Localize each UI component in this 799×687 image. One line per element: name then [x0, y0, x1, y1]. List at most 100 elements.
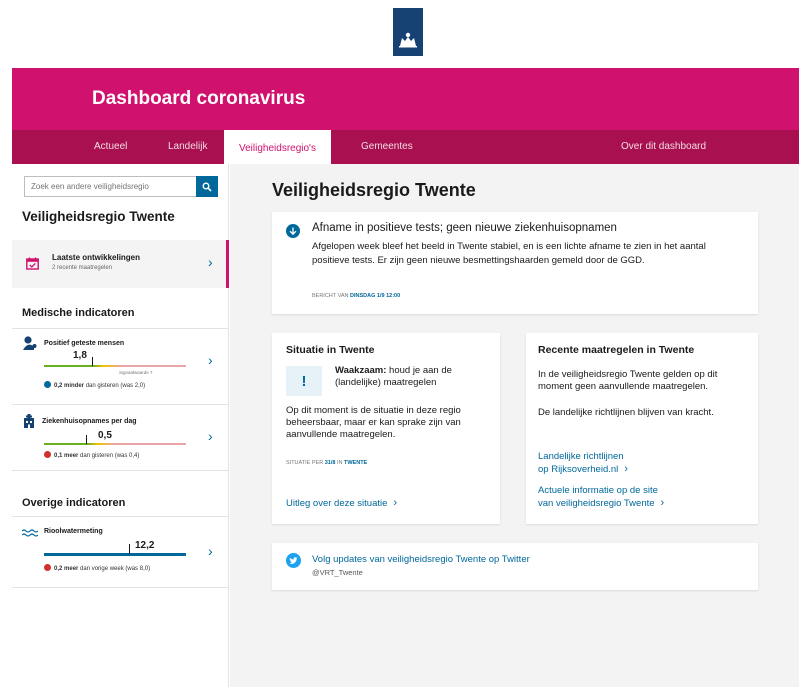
- chevron-right-icon: ›: [208, 254, 213, 270]
- change-word: meer: [64, 566, 79, 572]
- change-word: meer: [64, 453, 79, 459]
- situation-meta: SITUATIE PER 31/8 IN TWENTE: [286, 460, 367, 466]
- indicator-marker: [129, 544, 130, 554]
- change-rest: dan gisteren (was 2,0): [85, 383, 146, 389]
- chevron-right-icon: ›: [208, 543, 213, 559]
- hospital-icon: [24, 414, 34, 428]
- divider: [12, 404, 229, 405]
- indicator-threshold-note: Signaalwaarde 7: [119, 370, 153, 375]
- situation-meta-date: 31/8: [324, 460, 336, 466]
- region-title: Veiligheidsregio Twente: [22, 209, 175, 224]
- latest-developments-title: Laatste ontwikkelingen: [52, 253, 141, 262]
- indicator-value: 1,8: [73, 350, 87, 361]
- news-meta-value: DINSDAG 1/9 12:00: [350, 293, 401, 299]
- situation-warning: Waakzaam: houd je aan de (landelijke) ma…: [335, 365, 495, 389]
- measures-text: In de veiligheidsregio Twente gelden op …: [538, 369, 718, 392]
- news-meta: BERICHT VAN DINSDAG 1/9 12:00: [312, 293, 400, 299]
- indicator-change: 0,2 minder dan gisteren (was 2,0): [44, 381, 145, 389]
- link-line-2: op Rijksoverheid.nl: [538, 464, 619, 475]
- region-search: [24, 176, 218, 197]
- measures-text-national: De landelijke richtlijnen blijven van kr…: [538, 407, 714, 418]
- arrow-up-icon: [44, 451, 51, 458]
- situation-meta-in: IN: [336, 460, 343, 466]
- region-site-link[interactable]: Actuele informatie op de site van veiligh…: [538, 485, 664, 510]
- situation-meta-region: TWENTE: [344, 460, 368, 466]
- indicator-marker: [92, 357, 93, 366]
- exclamation-icon: !: [286, 366, 322, 396]
- divider: [12, 328, 229, 329]
- site-title: Dashboard coronavirus: [92, 88, 306, 109]
- situation-title: Situatie in Twente: [286, 344, 375, 356]
- news-body: Afgelopen week bleef het beeld in Twente…: [312, 241, 706, 266]
- main-nav: Actueel Landelijk Veiligheidsregio's Gem…: [12, 130, 799, 164]
- twitter-card: Volg updates van veiligheidsregio Twente…: [272, 543, 758, 590]
- rijksoverheid-logo-icon: [399, 32, 417, 48]
- indicator-change: 0,2 meer dan vorige week (was 8,0): [44, 564, 150, 572]
- search-input[interactable]: [24, 176, 196, 197]
- other-indicators-title: Overige indicatoren: [22, 497, 126, 509]
- indicator-title: Ziekenhuisopnames per dag: [42, 418, 137, 425]
- warning-strong: Waakzaam:: [335, 365, 387, 376]
- search-button[interactable]: [196, 176, 218, 197]
- divider: [12, 587, 229, 588]
- change-rest: dan gisteren (was 0,4): [80, 453, 140, 459]
- rijksoverheid-logo: [393, 8, 423, 56]
- main-content: Veiligheidsregio Twente Afname in positi…: [230, 164, 799, 687]
- latest-developments-subtitle: 2 recente maatregelen: [52, 265, 113, 271]
- tab-veiligheidsregios[interactable]: Veiligheidsregio's: [224, 130, 331, 164]
- virus-person-icon: [23, 336, 37, 350]
- medical-indicators-title: Medische indicatoren: [22, 307, 135, 319]
- news-meta-label: BERICHT VAN: [312, 293, 349, 299]
- calendar-icon: [26, 257, 39, 270]
- situation-link-label: Uitleg over deze situatie: [286, 498, 388, 509]
- indicator-title: Rioolwatermeting: [44, 528, 103, 535]
- twitter-handle: @VRT_Twente: [312, 568, 363, 577]
- chevron-right-icon: ›: [208, 428, 213, 444]
- situation-card: Situatie in Twente ! Waakzaam: houd je a…: [272, 333, 500, 524]
- measures-title: Recente maatregelen in Twente: [538, 344, 695, 356]
- tab-over-dit-dashboard[interactable]: Over dit dashboard: [621, 130, 706, 164]
- twitter-follow-link[interactable]: Volg updates van veiligheidsregio Twente…: [312, 554, 530, 566]
- search-icon: [202, 182, 212, 192]
- change-word: minder: [64, 383, 85, 389]
- situation-explanation-link[interactable]: Uitleg over deze situatie ›: [286, 497, 397, 510]
- change-amount: 0,1: [54, 453, 63, 459]
- situation-meta-label: SITUATIE PER: [286, 460, 324, 466]
- tab-landelijk[interactable]: Landelijk: [168, 130, 207, 164]
- latest-developments-item[interactable]: Laatste ontwikkelingen 2 recente maatreg…: [12, 240, 229, 288]
- arrow-up-icon: [44, 564, 51, 571]
- change-rest: dan vorige week (was 8,0): [80, 566, 151, 572]
- indicator-value: 0,5: [98, 430, 112, 441]
- chevron-right-icon: ›: [393, 497, 398, 509]
- sidebar: Veiligheidsregio Twente Laatste ontwikke…: [12, 164, 229, 687]
- indicator-gauge-bar: [44, 553, 186, 556]
- situation-text: Op dit moment is de situatie in deze reg…: [286, 405, 461, 440]
- divider: [12, 470, 229, 471]
- twitter-icon: [286, 553, 301, 568]
- news-card: Afname in positieve tests; geen nieuwe z…: [272, 212, 758, 314]
- indicator-gauge-bar: [44, 443, 186, 445]
- indicator-title: Positief geteste mensen: [44, 340, 125, 347]
- tab-actueel[interactable]: Actueel: [94, 130, 127, 164]
- chevron-right-icon: ›: [624, 463, 628, 475]
- sewer-water-icon: [22, 529, 38, 537]
- indicator-marker: [86, 435, 87, 444]
- link-line-1: Actuele informatie op de site: [538, 485, 658, 496]
- indicator-change: 0,1 meer dan gisteren (was 0,4): [44, 451, 139, 459]
- page-title: Veiligheidsregio Twente: [272, 180, 476, 200]
- measures-card: Recente maatregelen in Twente In de veil…: [526, 333, 758, 524]
- news-headline: Afname in positieve tests; geen nieuwe z…: [312, 222, 617, 234]
- chevron-right-icon: ›: [208, 352, 213, 368]
- site-header: Dashboard coronavirus: [12, 68, 799, 130]
- national-guidelines-link[interactable]: Landelijke richtlijnen op Rijksoverheid.n…: [538, 451, 628, 476]
- change-amount: 0,2: [54, 566, 63, 572]
- link-line-1: Landelijke richtlijnen: [538, 451, 624, 462]
- arrow-down-icon: [44, 381, 51, 388]
- arrow-down-circle-icon: [286, 224, 300, 238]
- indicator-gauge-bar: [44, 365, 186, 367]
- tab-gemeentes[interactable]: Gemeentes: [361, 130, 413, 164]
- change-amount: 0,2: [54, 383, 63, 389]
- link-line-2: van veiligheidsregio Twente: [538, 498, 655, 509]
- chevron-right-icon: ›: [660, 497, 665, 509]
- indicator-value: 12,2: [135, 540, 155, 551]
